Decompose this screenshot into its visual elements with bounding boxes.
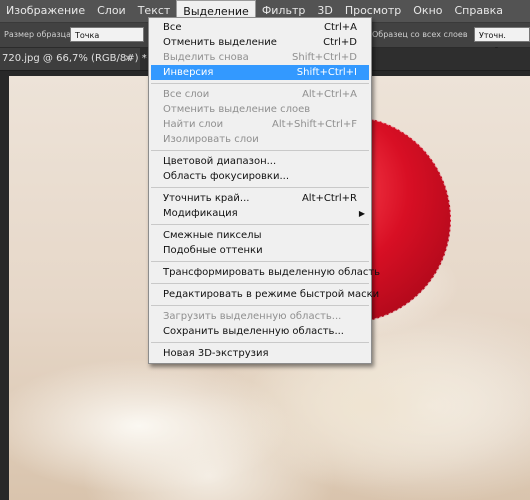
menu-separator — [151, 261, 369, 262]
menu-item-isolate-layers: Изолировать слои — [149, 132, 371, 147]
menu-item-inverse[interactable]: Инверсия Shift+Ctrl+I — [151, 65, 369, 80]
menu-separator — [151, 305, 369, 306]
menu-item-deselect[interactable]: Отменить выделение Ctrl+D — [149, 35, 371, 50]
menu-layers[interactable]: Слои — [91, 0, 132, 22]
menu-separator — [151, 342, 369, 343]
refine-edge-button[interactable]: Уточн. край... — [474, 27, 530, 55]
menu-separator — [151, 187, 369, 188]
menu-item-label: Все слои — [163, 89, 210, 100]
close-icon[interactable]: × — [124, 48, 132, 70]
menu-item-save-selection[interactable]: Сохранить выделенную область... — [149, 324, 371, 339]
menu-item-label: Новая 3D-экструзия — [163, 348, 269, 359]
menu-item-transform-selection[interactable]: Трансформировать выделенную область — [149, 265, 380, 280]
menu-item-label: Отменить выделение слоев — [163, 104, 311, 115]
menu-item-shortcut: Shift+Ctrl+D — [292, 52, 357, 63]
menu-item-all-layers: Все слои Alt+Ctrl+A — [149, 87, 371, 102]
menu-item-label: Модификация — [163, 208, 238, 219]
menu-item-color-range[interactable]: Цветовой диапазон... — [149, 154, 371, 169]
select-menu-dropdown: Все Ctrl+A Отменить выделение Ctrl+D Выдел… — [148, 17, 380, 364]
menu-item-shortcut: Ctrl+D — [323, 37, 357, 48]
submenu-arrow-icon: ▶ — [358, 209, 365, 218]
menu-item-shortcut: Shift+Ctrl+I — [296, 67, 357, 78]
menu-item-reselect: Выделить снова Shift+Ctrl+D — [149, 50, 371, 65]
menu-item-new-3d-extrusion[interactable]: Новая 3D-экструзия — [149, 346, 371, 361]
menu-item-grow[interactable]: Смежные пикселы — [149, 228, 371, 243]
menu-separator — [151, 150, 369, 151]
menu-help[interactable]: Справка — [449, 0, 509, 22]
menu-item-similar[interactable]: Подобные оттенки — [149, 243, 371, 258]
menu-item-label: Сохранить выделенную область... — [163, 326, 344, 337]
menu-separator — [151, 283, 369, 284]
sample-size-label: Размер образца: — [4, 30, 74, 39]
sample-size-select[interactable]: Точка — [70, 27, 144, 42]
document-tab[interactable]: 720.jpg @ 66,7% (RGB/8#) * × — [0, 48, 147, 70]
menu-item-shortcut: Alt+Ctrl+A — [302, 89, 357, 100]
menu-item-refine-edge[interactable]: Уточнить край... Alt+Ctrl+R — [149, 191, 371, 206]
menu-item-label: Подобные оттенки — [163, 245, 263, 256]
menu-item-label: Трансформировать выделенную область — [163, 267, 381, 278]
menu-item-find-layers: Найти слои Alt+Shift+Ctrl+F — [149, 117, 371, 132]
menu-item-load-selection: Загрузить выделенную область... — [149, 309, 371, 324]
menu-item-label: Изолировать слои — [163, 134, 259, 145]
menu-item-label: Уточнить край... — [163, 193, 250, 204]
menu-window[interactable]: Окно — [407, 0, 448, 22]
menu-item-focus-area[interactable]: Область фокусировки... — [149, 169, 371, 184]
menu-item-label: Цветовой диапазон... — [163, 156, 277, 167]
menu-item-label: Все — [163, 22, 182, 33]
menu-item-label: Выделить снова — [163, 52, 249, 63]
menu-separator — [151, 83, 369, 84]
menu-item-label: Редактировать в режиме быстрой маски — [163, 289, 380, 300]
menu-item-modify[interactable]: Модификация ▶ — [149, 206, 371, 221]
menu-item-label: Инверсия — [163, 67, 214, 78]
menu-image[interactable]: Изображение — [0, 0, 91, 22]
menu-item-label: Отменить выделение — [163, 37, 277, 48]
menu-item-all[interactable]: Все Ctrl+A — [149, 20, 371, 35]
menu-separator — [151, 224, 369, 225]
menu-item-label: Смежные пикселы — [163, 230, 262, 241]
menu-item-shortcut: Alt+Shift+Ctrl+F — [272, 119, 357, 130]
menu-item-shortcut: Ctrl+A — [323, 22, 357, 33]
menu-item-deselect-layers: Отменить выделение слоев — [149, 102, 371, 117]
menu-item-label: Область фокусировки... — [163, 171, 290, 182]
menu-item-shortcut: Alt+Ctrl+R — [301, 193, 357, 204]
menu-item-label: Загрузить выделенную область... — [163, 311, 342, 322]
menu-item-quick-mask[interactable]: Редактировать в режиме быстрой маски — [149, 287, 379, 302]
sample-all-layers-checkbox[interactable]: Образец со всех слоев — [372, 30, 468, 39]
menu-item-label: Найти слои — [163, 119, 224, 130]
